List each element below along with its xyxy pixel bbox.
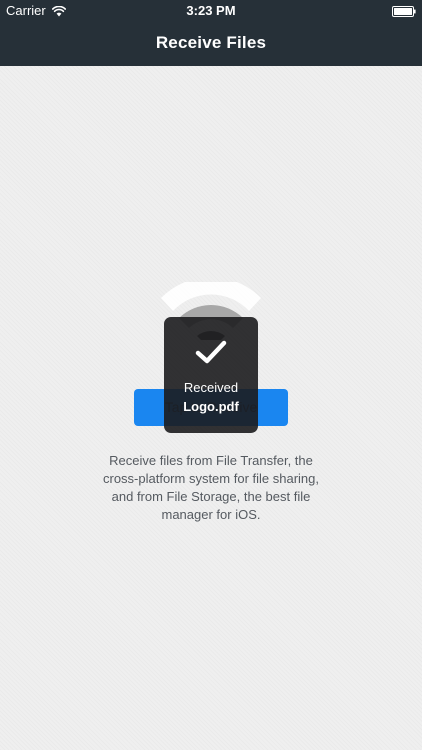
status-time: 3:23 PM xyxy=(186,3,236,18)
toast-filename: Logo.pdf xyxy=(183,399,239,414)
page-title: Receive Files xyxy=(155,33,267,52)
battery-icon xyxy=(392,5,416,17)
checkmark-icon xyxy=(195,339,227,365)
received-toast: Received Logo.pdf xyxy=(164,317,258,433)
nav-bar: Carrier 3:23 PM Receive Files xyxy=(0,0,422,66)
description-text: Receive files from File Transfer, the cr… xyxy=(102,453,319,522)
status-bar: Carrier 3:23 PM xyxy=(0,0,422,22)
toast-status: Received xyxy=(183,380,239,395)
